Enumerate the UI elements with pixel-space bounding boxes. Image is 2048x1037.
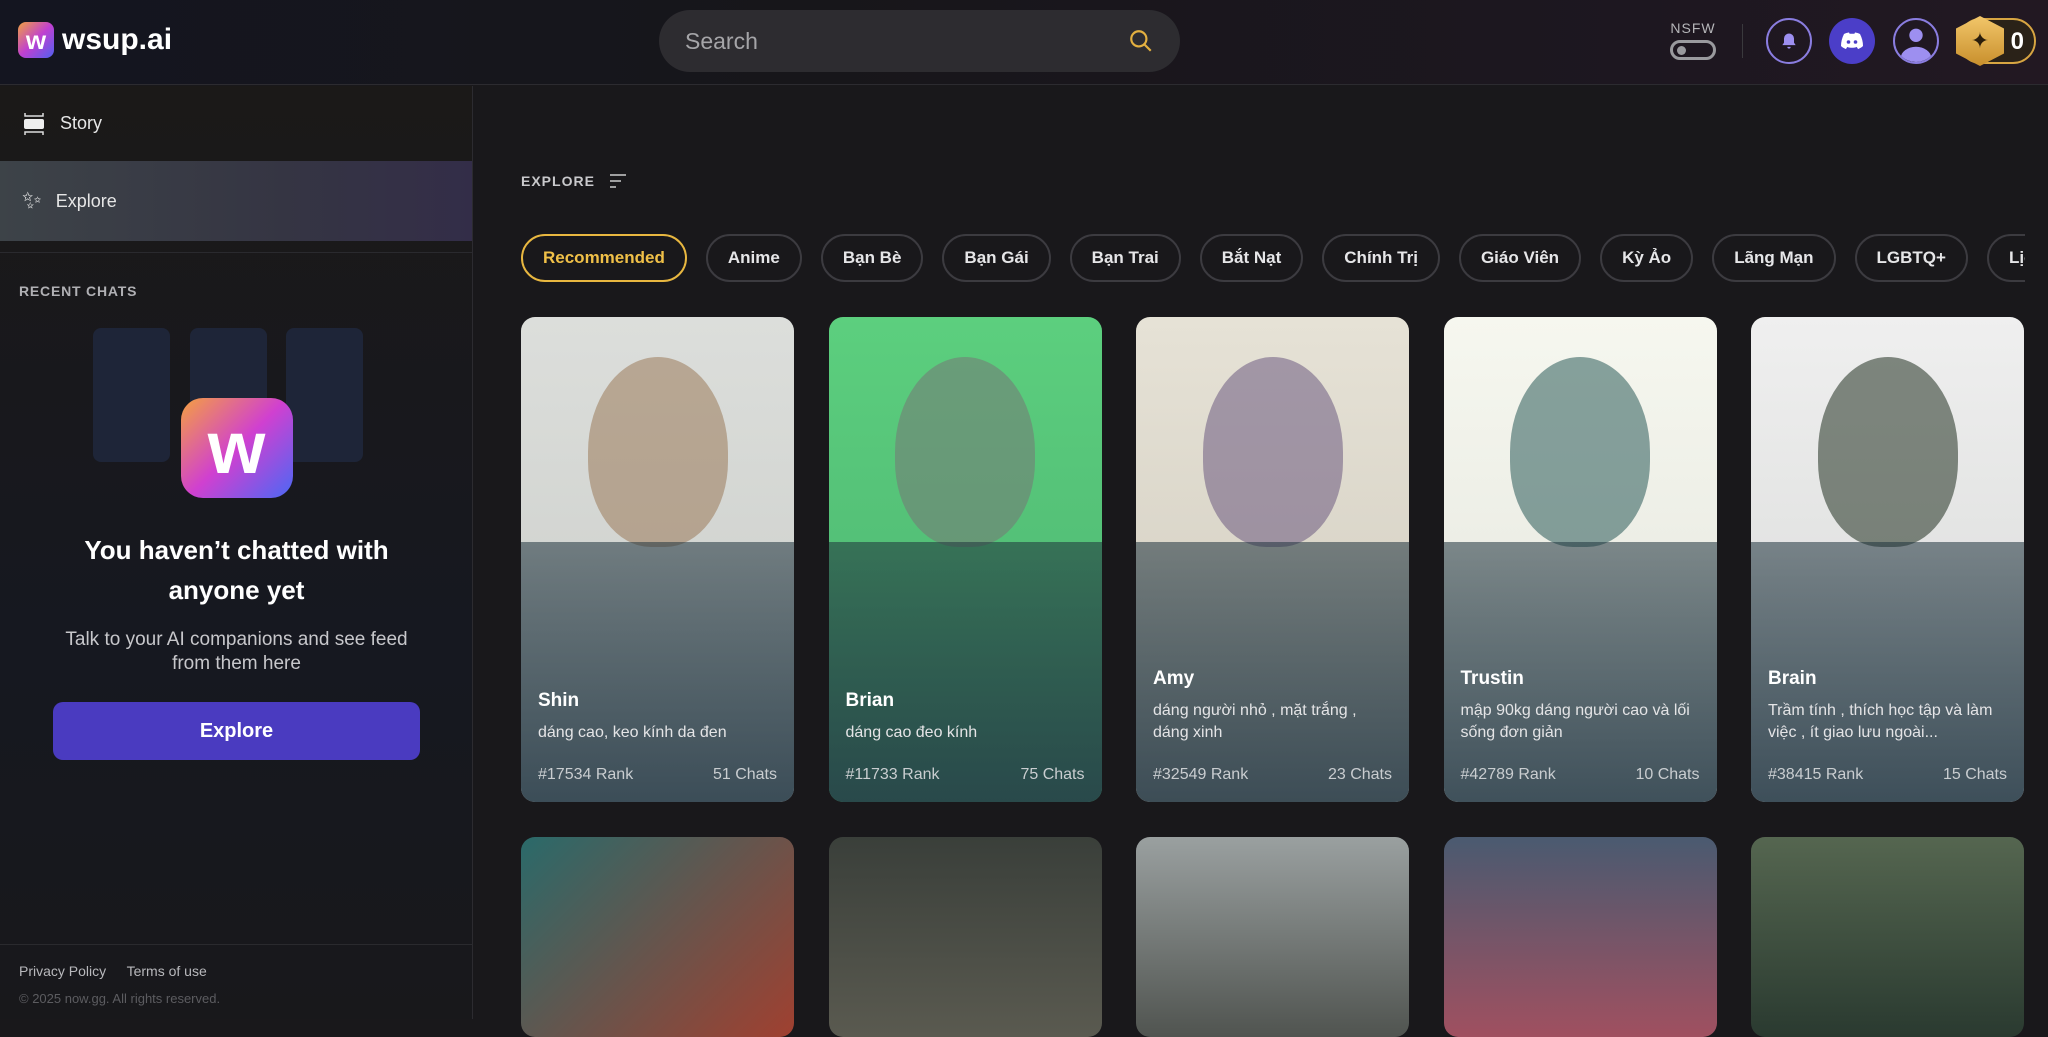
notifications-button[interactable] xyxy=(1766,18,1812,64)
filter-icon[interactable] xyxy=(609,174,627,188)
character-name: Amy xyxy=(1153,668,1195,689)
coin-count: 0 xyxy=(2010,28,2024,55)
section-title: EXPLORE xyxy=(521,173,595,189)
character-description: mập 90kg dáng người cao và lối sống đơn … xyxy=(1460,702,1690,741)
chip[interactable]: Lịch xyxy=(1986,234,2025,282)
chip[interactable]: Lãng Mạn xyxy=(1712,234,1836,282)
character-name: Brain xyxy=(1768,668,1817,689)
character-card[interactable] xyxy=(521,837,794,1037)
search-icon[interactable] xyxy=(1128,28,1154,54)
chip[interactable]: Giáo Viên xyxy=(1458,234,1582,282)
character-name: Shin xyxy=(538,690,580,711)
character-description: dáng cao, keo kính da đen xyxy=(538,724,727,741)
empty-subtitle: Talk to your AI companions and see feed … xyxy=(65,629,408,674)
character-description: Trầm tính , thích học tập và làm việc , … xyxy=(1768,702,1993,741)
sidebar-item-explore[interactable]: ✨︎ Explore xyxy=(0,161,472,241)
character-card[interactable]: Brain Trầm tính , thích học tập và làm v… xyxy=(1751,317,2024,802)
card-info: Brain Trầm tính , thích học tập và làm v… xyxy=(1768,668,2007,784)
user-icon xyxy=(1900,28,1932,62)
character-rank: #42789 Rank xyxy=(1460,766,1556,783)
sidebar-item-label: Story xyxy=(60,113,103,133)
character-name: Brian xyxy=(845,690,895,711)
discord-button[interactable] xyxy=(1829,18,1875,64)
logo-icon: w xyxy=(18,22,54,58)
sidebar-item-story[interactable]: Story xyxy=(0,86,472,161)
empty-state: w You haven’t chatted with anyone yet Ta… xyxy=(0,328,473,760)
character-grid: Shin dáng cao, keo kính da đen #17534 Ra… xyxy=(521,317,2024,1037)
story-icon xyxy=(24,112,44,135)
category-chips: Recommended Anime Bạn Bè Bạn Gái Bạn Tra… xyxy=(521,234,2025,282)
character-rank: #17534 Rank xyxy=(538,766,634,783)
sparkle-coin-icon: ✦ xyxy=(1956,16,2004,66)
character-card[interactable]: Amy dáng người nhỏ , mặt trắng , dáng xi… xyxy=(1136,317,1409,802)
character-chats: 23 Chats xyxy=(1327,766,1392,783)
chip[interactable]: Kỳ Ảo xyxy=(1600,234,1694,282)
logo[interactable]: w wsup.ai xyxy=(18,22,172,58)
chip[interactable]: Chính Trị xyxy=(1322,234,1440,282)
character-image xyxy=(587,357,728,547)
search-input[interactable] xyxy=(685,27,1085,55)
character-chats: 15 Chats xyxy=(1942,766,2007,783)
sidebar-footer: Privacy Policy Terms of use © 2025 now.g… xyxy=(0,944,473,1024)
chip[interactable]: Bắt Nạt xyxy=(1199,234,1304,282)
character-name: Trustin xyxy=(1460,668,1524,689)
empty-title: You haven’t chatted with anyone yet xyxy=(84,535,389,605)
character-chats: 51 Chats xyxy=(712,766,777,783)
terms-link[interactable]: Terms of use xyxy=(127,963,207,979)
card-info: Shin dáng cao, keo kính da đen #17534 Ra… xyxy=(538,690,777,784)
character-description: dáng cao đeo kính xyxy=(845,724,978,741)
character-image xyxy=(1817,357,1958,547)
character-chats: 75 Chats xyxy=(1020,766,1085,783)
bell-icon xyxy=(1782,33,1796,49)
discord-icon xyxy=(1841,32,1863,49)
explore-button[interactable]: Explore xyxy=(53,702,420,760)
privacy-policy-link[interactable]: Privacy Policy xyxy=(19,963,106,979)
sidebar: Story ✨︎ Explore RECENT CHATS w You have… xyxy=(0,86,473,1019)
card-info: Amy dáng người nhỏ , mặt trắng , dáng xi… xyxy=(1153,668,1392,784)
sparkles-icon: ✨︎ xyxy=(22,187,42,214)
character-image xyxy=(895,357,1035,547)
chip[interactable]: Bạn Trai xyxy=(1069,234,1181,282)
character-card[interactable] xyxy=(828,837,1102,1037)
divider xyxy=(1742,24,1743,58)
character-image xyxy=(1510,357,1650,547)
character-card[interactable] xyxy=(1751,837,2024,1037)
search-bar xyxy=(659,10,1180,72)
chip[interactable]: Bạn Bè xyxy=(820,234,924,282)
logo-text: wsup.ai xyxy=(62,23,173,56)
character-card[interactable]: Trustin mập 90kg dáng người cao và lối s… xyxy=(1443,317,1717,802)
chip[interactable]: Bạn Gái xyxy=(942,234,1051,282)
card-info: Trustin mập 90kg dáng người cao và lối s… xyxy=(1461,668,1700,784)
chip[interactable]: LGBTQ+ xyxy=(1854,234,1968,282)
placeholder-card xyxy=(93,328,170,462)
character-rank: #38415 Rank xyxy=(1768,766,1864,783)
character-card[interactable] xyxy=(1443,837,1717,1037)
character-rank: #32549 Rank xyxy=(1153,766,1249,783)
chip-recommended[interactable]: Recommended xyxy=(521,234,687,282)
nsfw-label: NSFW xyxy=(1670,20,1716,36)
profile-avatar[interactable] xyxy=(1893,18,1939,64)
top-bar: w wsup.ai NSFW ✦ 0 xyxy=(0,0,2048,85)
wsup-logo-icon: w xyxy=(180,398,293,498)
recent-chats-heading: RECENT CHATS xyxy=(0,252,472,299)
character-chats: 10 Chats xyxy=(1635,766,1700,783)
coin-balance[interactable]: ✦ 0 xyxy=(1956,16,2036,66)
card-info: Brian dáng cao đeo kính #11733 Rank 75 Ch… xyxy=(846,690,1085,784)
explore-heading: EXPLORE xyxy=(521,173,627,189)
character-card[interactable] xyxy=(1136,837,1409,1037)
character-card[interactable]: Shin dáng cao, keo kính da đen #17534 Ra… xyxy=(521,317,794,802)
sidebar-item-label: Explore xyxy=(55,190,117,211)
chip[interactable]: Anime xyxy=(705,234,802,282)
copyright: © 2025 now.gg. All rights reserved. xyxy=(19,991,221,1006)
toggle-switch[interactable] xyxy=(1670,40,1716,60)
character-image xyxy=(1202,357,1343,547)
character-description: dáng người nhỏ , mặt trắng , dáng xinh xyxy=(1153,702,1357,741)
character-rank: #11733 Rank xyxy=(845,766,940,783)
nsfw-toggle[interactable]: NSFW xyxy=(1670,20,1716,60)
character-card[interactable]: Brian dáng cao đeo kính #11733 Rank 75 Ch… xyxy=(828,317,1102,802)
placeholder-card xyxy=(286,328,363,462)
